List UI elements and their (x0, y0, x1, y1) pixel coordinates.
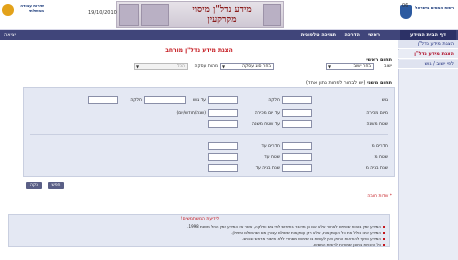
block-input[interactable] (282, 96, 312, 104)
year-from-label: שנת בניה מ (365, 166, 388, 171)
notice-title: לידיעת המשתמשים! (180, 217, 220, 222)
nav-phone-support[interactable]: תמיכה טלפונית (301, 30, 336, 40)
to-area-input[interactable] (208, 120, 238, 128)
year-to-input[interactable] (208, 164, 238, 172)
notice-line: המידע זמין בטווח שנתיים לאחור אלא אם כן … (187, 224, 381, 229)
required-fields-note: * שדות חובה (367, 194, 392, 199)
rooms-to-input[interactable] (208, 142, 238, 150)
settlement-select-value: בחר ישוב (353, 64, 371, 69)
to-deal-date-input[interactable] (208, 109, 238, 117)
area-label: שטח משנה (366, 122, 388, 127)
deal-type-select-value: בחר סוג עסקה (242, 64, 271, 69)
disabled-select: הכל ▼ (134, 63, 188, 70)
gov-logo[interactable]: שירות עבודה ממשלתי (2, 2, 46, 28)
deal-date-label: מיום מכירה (366, 111, 388, 116)
current-date: 19/10/2010 (88, 10, 117, 16)
nav-training[interactable]: הדרכה (344, 30, 360, 40)
parcel2-input[interactable] (88, 96, 118, 104)
size-from-label: שטח מ (374, 155, 388, 160)
bullet-icon (383, 244, 385, 246)
to-block-input[interactable] (208, 96, 238, 104)
banner-title: מידע נדל"ן מיסוי מקרקעין (192, 5, 252, 25)
sidebar-item-label: לפי ישוב / גוש (424, 61, 454, 67)
notice-line: כל הזכויות בתוכן שמורות לרשות המסים. (312, 242, 381, 247)
rooms-from-input[interactable] (282, 142, 312, 150)
bullet-icon (383, 226, 385, 228)
chevron-down-icon: ▼ (328, 64, 332, 69)
parcel-input[interactable] (144, 96, 186, 104)
sidebar-item-label: הצגת מידע נדל"ן (417, 41, 454, 47)
clear-button[interactable]: נקה (26, 182, 42, 189)
main-content: הצגת מידע נדל"ן מורחב תחום ראשי בחר ישוב… (0, 40, 398, 260)
secondary-criteria-panel: גוש חלקה עד גוש חלקה מיום מכירה עד יום מ… (23, 87, 395, 177)
sidebar-item-realestate-info[interactable]: הצגת מידע נדל"ן (398, 40, 458, 49)
logo-right-text: רשות המסים בישראל (414, 5, 454, 10)
parcel-label: חלקה (268, 98, 280, 103)
nav-exit[interactable]: יציאה (4, 30, 16, 40)
nav-home[interactable]: דף הבית המידע (400, 30, 456, 40)
rooms-from-label: חדרים מ (371, 144, 388, 149)
rooms-to-label: חדרים עד (261, 144, 280, 149)
section-secondary-hint: (יש לבחור לפחות נתון אחד) (305, 80, 366, 86)
page-title: הצגת מידע נדל"ן מורחב (165, 47, 233, 54)
nav-main[interactable]: ראשי (368, 30, 380, 40)
size-from-input[interactable] (282, 153, 312, 161)
block-label: גוש (381, 98, 388, 103)
notice-line: המידע כפוף להוראות החוק ואין לעשות בו שי… (241, 236, 381, 241)
year-from-input[interactable] (282, 164, 312, 172)
divider (30, 134, 388, 135)
year-to-label: שנת בניה עד (255, 166, 280, 171)
parcel2-label: חלקה (130, 98, 142, 103)
settlement-select[interactable]: בחר ישוב ▼ (326, 63, 374, 70)
search-button[interactable]: חפש (48, 182, 64, 189)
banner-image (119, 4, 139, 26)
date-format-hint: (שנה/חודש/יום) (176, 111, 206, 116)
users-notice: לידיעת המשתמשים! המידע זמין בטווח שנתיים… (8, 214, 390, 247)
deal-type-label: מהות עסקה (194, 64, 218, 69)
area-input[interactable] (282, 120, 312, 128)
chevron-down-icon: ▼ (136, 64, 140, 69)
top-navbar: דף הבית המידע ראשי הדרכה תמיכה טלפונית י… (0, 30, 458, 40)
gov-logo-icon (2, 4, 14, 16)
logo-left-text: שירות עבודה ממשלתי (20, 3, 44, 13)
size-to-input[interactable] (208, 153, 238, 161)
chevron-down-icon: ▼ (222, 64, 226, 69)
sidebar-item-by-settlement[interactable]: לפי ישוב / גוש (398, 60, 458, 69)
bullet-icon (383, 238, 385, 240)
banner-image (141, 4, 169, 26)
to-block-label: עד גוש (193, 98, 206, 103)
sidebar: הצגת מידע נדל"ן הצגת מידע נדל"ן מורחב לפ… (398, 40, 458, 260)
banner-image (263, 4, 281, 26)
size-to-label: שטח עד (264, 155, 280, 160)
section-secondary-label: תחום משני (יש לבחור לפחות נתון אחד) (306, 80, 392, 86)
deal-type-select[interactable]: בחר סוג עסקה ▼ (220, 63, 274, 70)
deal-date-input[interactable] (282, 109, 312, 117)
to-area-label: עד שטח משנה (251, 122, 280, 127)
disabled-select-value: הכל (177, 64, 185, 69)
notice-line: המידע אינו כולל את כל העסקאות, אלא רק עס… (231, 230, 381, 235)
sidebar-item-extended-info[interactable]: הצגת מידע נדל"ן מורחב (398, 50, 458, 66)
bullet-icon (383, 232, 385, 234)
user-number: 06 (402, 3, 409, 9)
settlement-label: ישוב (383, 64, 392, 69)
banner: מידע נדל"ן מיסוי מקרקעין (116, 1, 284, 28)
page-header: רשות המסים בישראל 06 מידע נדל"ן מיסוי מק… (0, 0, 458, 30)
to-deal-date-label: עד יום מכירה (254, 111, 280, 116)
section-secondary-title: תחום משני (367, 80, 392, 86)
